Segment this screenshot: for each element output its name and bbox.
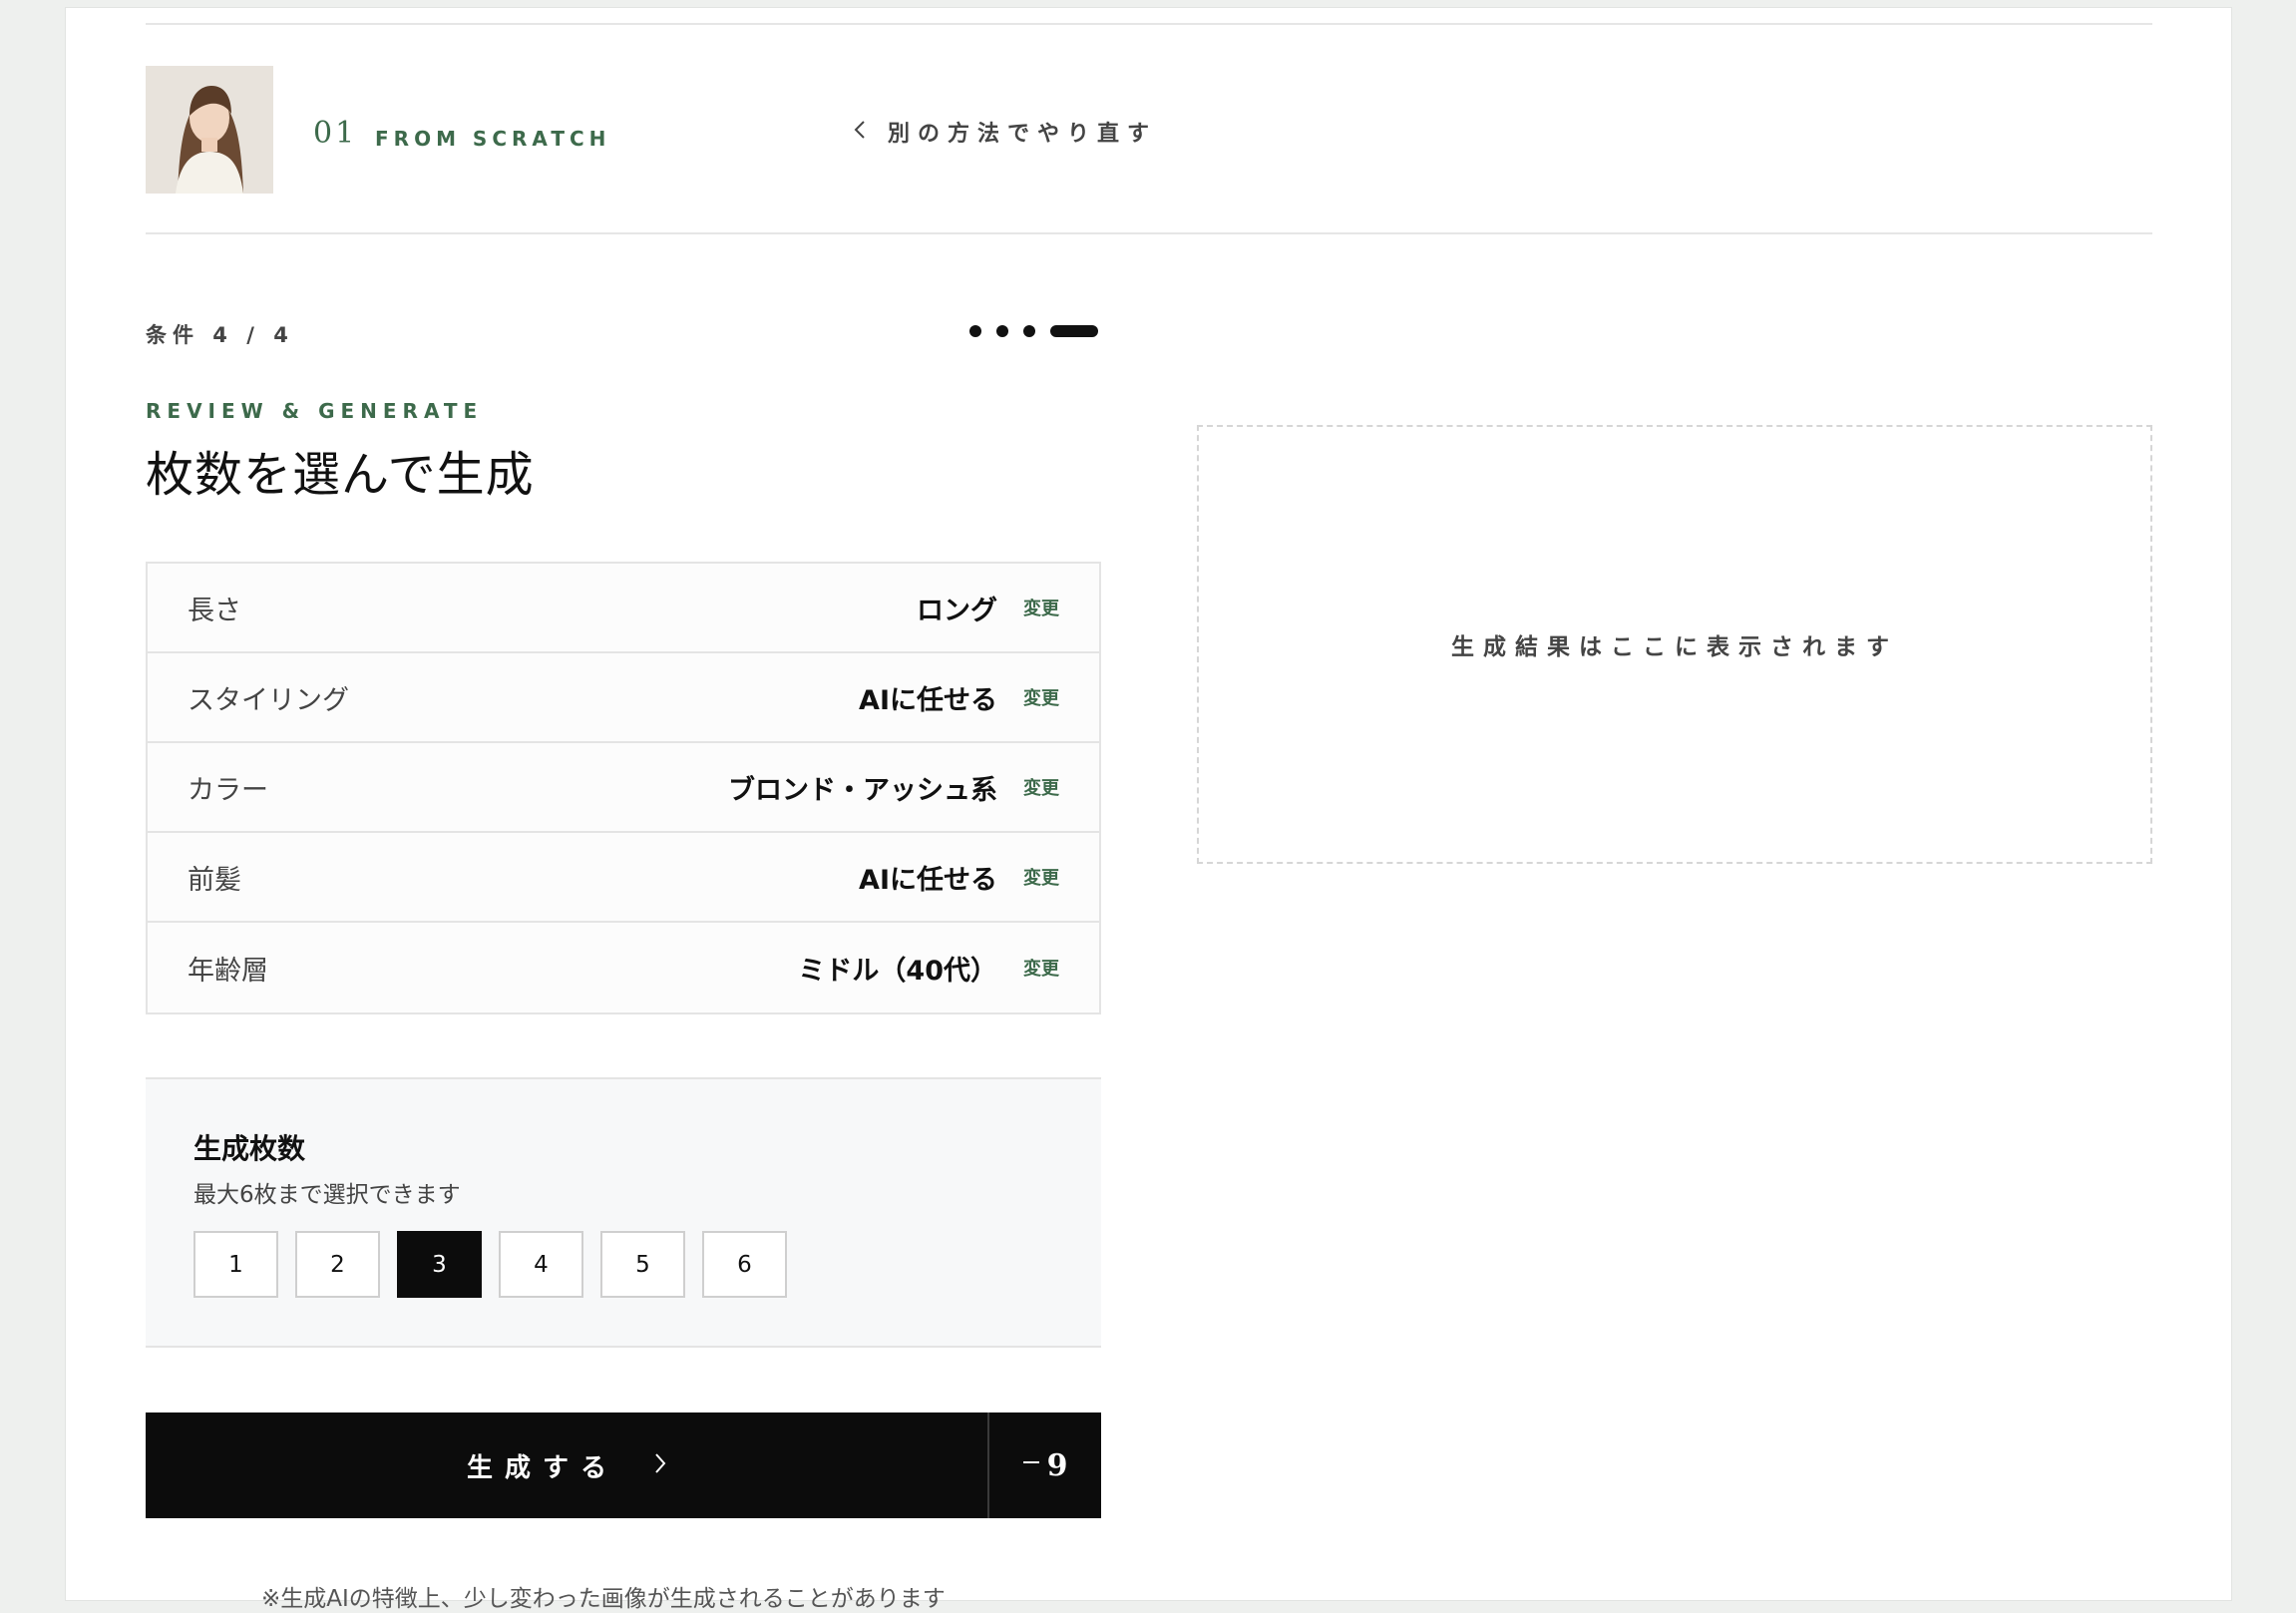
summary-label: スタイリング [188, 684, 349, 716]
method-number: 01 [313, 116, 358, 151]
summary-value: AIに任せる [859, 864, 997, 896]
result-area: 生成結果はここに表示されます [1197, 425, 2152, 864]
progress-dots [969, 325, 1098, 337]
summary-label: 前髪 [188, 864, 241, 896]
summary-value: ロング [917, 595, 997, 626]
count-title: 生成枚数 [193, 1132, 306, 1165]
count-option-4[interactable]: 4 [499, 1231, 583, 1298]
change-length-link[interactable]: 変更 [1023, 595, 1059, 620]
count-subtitle: 最大6枚まで選択できます [193, 1182, 461, 1208]
section-eyebrow: REVIEW & GENERATE [146, 399, 484, 423]
count-option-2[interactable]: 2 [295, 1231, 380, 1298]
summary-value: AIに任せる [859, 684, 997, 716]
count-option-5[interactable]: 5 [600, 1231, 685, 1298]
disclaimer-note: ※生成AIの特徴上、少し変わった画像が生成されることがあります [261, 1586, 946, 1612]
header-divider [146, 232, 2152, 234]
page-title: 枚数を選んで生成 [146, 447, 535, 503]
progress-dot [969, 325, 981, 337]
change-age-link[interactable]: 変更 [1023, 955, 1059, 981]
summary-label: 年齢層 [188, 955, 268, 987]
result-placeholder: 生成結果はここに表示されます [1451, 634, 1898, 660]
count-option-1[interactable]: 1 [193, 1231, 278, 1298]
method-name: FROM SCRATCH [375, 127, 611, 151]
generate-button[interactable]: 生成する [146, 1412, 987, 1518]
credit-cost-value: 9 [1046, 1447, 1068, 1483]
summary-label: カラー [188, 774, 268, 806]
chevron-left-icon [854, 120, 866, 144]
step-indicator: 条件 4 / 4 [146, 323, 294, 347]
count-options: 1 2 3 4 5 6 [193, 1231, 787, 1298]
summary-value: ブロンド・アッシュ系 [728, 774, 997, 806]
summary-row-age: 年齢層 ミドル（40代） 変更 [148, 923, 1099, 1012]
change-bangs-link[interactable]: 変更 [1023, 864, 1059, 890]
summary-label: 長さ [188, 595, 241, 626]
summary-table: 長さ ロング 変更 スタイリング AIに任せる 変更 カラー ブロンド・アッシュ… [146, 562, 1101, 1014]
summary-row-styling: スタイリング AIに任せる 変更 [148, 653, 1099, 743]
count-selector: 生成枚数 最大6枚まで選択できます 1 2 3 4 5 6 [146, 1077, 1101, 1348]
generate-button-label: 生成する [466, 1452, 618, 1483]
summary-row-bangs: 前髪 AIに任せる 変更 [148, 833, 1099, 923]
avatar [146, 66, 273, 194]
credit-cost: 9 [987, 1412, 1101, 1518]
minus-icon [1022, 1461, 1039, 1463]
change-styling-link[interactable]: 変更 [1023, 684, 1059, 710]
chevron-right-icon [654, 1452, 666, 1478]
progress-dot [1023, 325, 1035, 337]
count-option-3[interactable]: 3 [397, 1231, 482, 1298]
summary-value: ミドル（40代） [798, 955, 997, 987]
count-option-6[interactable]: 6 [702, 1231, 787, 1298]
generate-bar: 生成する 9 [146, 1412, 1101, 1518]
restart-link[interactable]: 別の方法でやり直す [854, 116, 1157, 148]
change-color-link[interactable]: 変更 [1023, 774, 1059, 800]
progress-dot-active [1050, 325, 1098, 337]
top-divider [146, 23, 2152, 25]
progress-dot [996, 325, 1008, 337]
summary-row-length: 長さ ロング 変更 [148, 564, 1099, 653]
summary-row-color: カラー ブロンド・アッシュ系 変更 [148, 743, 1099, 833]
restart-link-label: 別の方法でやり直す [888, 122, 1158, 147]
